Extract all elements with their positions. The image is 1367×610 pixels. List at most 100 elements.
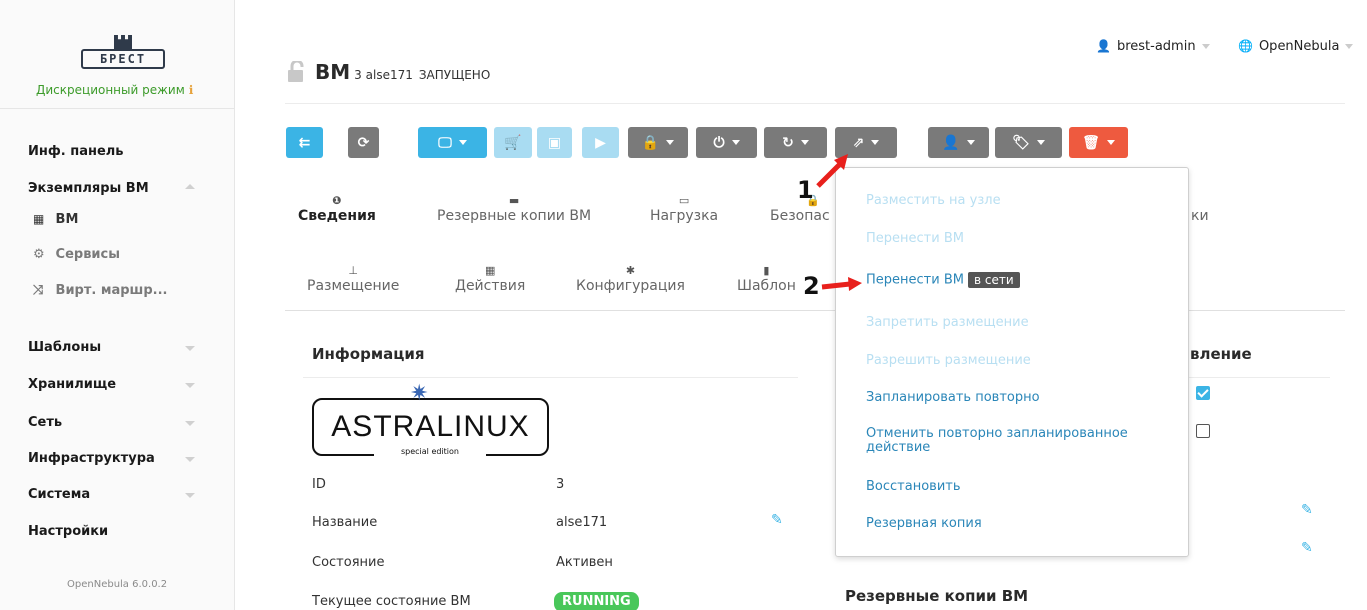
power-icon: ⏻ — [713, 134, 725, 151]
logo-subtext: special edition — [374, 447, 486, 456]
refresh-button[interactable]: ⟳ — [348, 127, 379, 158]
monitor-icon: 🖵 — [438, 134, 452, 151]
header-divider — [285, 103, 1345, 104]
edit-icon[interactable]: ✎ — [771, 512, 783, 528]
sidebar-item-templates[interactable]: Шаблоны — [28, 340, 101, 355]
menu-item-recover[interactable]: Восстановить — [866, 479, 961, 494]
cart-button[interactable]: 🛒 — [494, 127, 532, 158]
chevron-down-icon — [1201, 44, 1210, 49]
lock-button[interactable]: 🔒 — [628, 127, 688, 158]
sidebar: БРЕСТ Дискреционный режим ℹ Инф. панель Э… — [0, 0, 235, 610]
sidebar-item-storage[interactable]: Хранилище — [28, 377, 116, 392]
info-icon: ❶ — [332, 194, 342, 207]
zone-menu[interactable]: 🌐 OpenNebula — [1238, 39, 1354, 54]
user-group-button[interactable]: 👤 — [928, 127, 989, 158]
chevron-down-icon — [1345, 44, 1354, 49]
tab-vm-backups[interactable]: ▬ Резервные копии ВМ — [437, 194, 591, 224]
delete-button[interactable]: 🗑 — [1069, 127, 1128, 158]
menu-item-backup[interactable]: Резервная копия — [866, 516, 982, 531]
tag-icon: 🏷 — [1012, 134, 1030, 151]
sidebar-item-settings[interactable]: Настройки — [28, 524, 108, 539]
tab-label: Безопас — [770, 208, 830, 224]
chevron-down-icon — [185, 493, 195, 498]
sidebar-item-network[interactable]: Сеть — [28, 415, 62, 430]
permission-checkbox-checked[interactable] — [1196, 386, 1210, 400]
sidebar-item-system[interactable]: Система — [28, 487, 90, 502]
zone-name: OpenNebula — [1258, 39, 1340, 54]
tab-configuration[interactable]: ✱ Конфигурация — [576, 264, 685, 294]
menu-item-migrate-live[interactable]: Перенести ВМ в сети — [866, 272, 1020, 288]
menu-item-deploy[interactable]: Разместить на узле — [866, 193, 1001, 208]
migrate-dropdown-menu: Разместить на узле Перенести ВМ Перенест… — [835, 167, 1189, 557]
info-icon[interactable]: ℹ — [189, 83, 194, 97]
file-icon: ▮ — [763, 264, 770, 277]
annotation-arrow-1 — [816, 154, 848, 188]
tab-label: Размещение — [307, 278, 400, 294]
play-icon: ▶ — [595, 134, 606, 151]
tab-actions[interactable]: ▦ Действия — [455, 264, 525, 294]
state-label: Состояние — [312, 555, 385, 570]
menu-item-disable-placement[interactable]: Запретить размещение — [866, 315, 1029, 330]
permissions-divider — [1188, 377, 1330, 378]
tab-label: ки — [1191, 208, 1209, 224]
sidebar-item-dashboard[interactable]: Инф. панель — [28, 144, 124, 159]
name-label: Название — [312, 515, 378, 530]
lock-icon: 🔒 — [641, 134, 660, 151]
mode-label[interactable]: Дискреционный режим ℹ — [36, 83, 193, 97]
chevron-down-icon — [185, 421, 195, 426]
grid-icon: ▦ — [33, 212, 44, 226]
user-menu[interactable]: 👤 brest-admin — [1096, 39, 1210, 54]
save-button[interactable]: ▣ — [537, 127, 572, 158]
play-button[interactable]: ▶ — [582, 127, 619, 158]
trash-icon: 🗑 — [1082, 134, 1100, 151]
chevron-down-icon — [185, 383, 195, 388]
chevron-up-icon — [185, 184, 195, 189]
info-section-title: Информация — [312, 345, 425, 363]
star-icon: ✷ — [410, 381, 429, 406]
lcm-state-label: Текущее состояние ВМ — [312, 594, 471, 609]
tab-placement[interactable]: ⊥ Размещение — [307, 264, 399, 294]
sitemap-icon: ⊥ — [348, 264, 358, 277]
tab-label: Нагрузка — [650, 208, 719, 224]
user-icon: 👤 — [1096, 39, 1111, 53]
shuffle-icon: ⤨ — [33, 283, 44, 298]
tab-label: Резервные копии ВМ — [437, 208, 592, 224]
globe-icon: 🌐 — [1238, 39, 1253, 53]
power-button[interactable]: ⏻ — [696, 127, 757, 158]
menu-item-migrate[interactable]: Перенести ВМ — [866, 231, 964, 246]
menu-item-reschedule[interactable]: Запланировать повторно — [866, 390, 1040, 405]
tab-label: Сведения — [298, 208, 376, 224]
tab-load[interactable]: ▭ Нагрузка — [650, 194, 718, 224]
menu-item-unreschedule[interactable]: Отменить повторно запланированное действ… — [866, 427, 1128, 455]
chevron-down-icon — [185, 457, 195, 462]
tower-icon — [114, 35, 132, 49]
sidebar-item-virtual-routers[interactable]: ⤨ Вирт. маршр... — [33, 283, 168, 298]
menu-item-enable-placement[interactable]: Разрешить размещение — [866, 353, 1031, 368]
id-label: ID — [312, 477, 326, 492]
sidebar-item-vms[interactable]: ▦ ВМ — [33, 212, 78, 227]
cart-icon: 🛒 — [504, 134, 522, 151]
brest-logo[interactable]: БРЕСТ — [81, 35, 165, 73]
sidebar-item-vm-instances[interactable]: Экземпляры ВМ — [28, 181, 149, 196]
edit-icon[interactable]: ✎ — [1301, 540, 1313, 556]
tab-template[interactable]: ▮ Шаблон — [737, 264, 796, 294]
back-button[interactable]: ⇇ — [286, 127, 323, 158]
tab-label: Шаблон — [737, 278, 796, 294]
tab-snapshots[interactable]: ки — [1191, 208, 1209, 224]
back-icon: ⇇ — [298, 134, 311, 151]
console-button[interactable]: 🖵 — [418, 127, 487, 158]
vm-id: 3 — [354, 68, 362, 82]
status-badge: RUNNING — [554, 592, 639, 610]
sidebar-item-label: ВМ — [55, 212, 79, 227]
edit-icon[interactable]: ✎ — [1301, 502, 1313, 518]
unlock-icon — [288, 61, 304, 82]
permission-checkbox-unchecked[interactable] — [1196, 424, 1210, 438]
services-icon: ⚙ — [33, 247, 45, 262]
sidebar-item-infrastructure[interactable]: Инфраструктура — [28, 451, 155, 466]
label-button[interactable]: 🏷 — [995, 127, 1062, 158]
annotation-arrow-2 — [821, 277, 862, 291]
vm-id-name: 3 alse171 — [354, 68, 413, 82]
sidebar-item-services[interactable]: ⚙ Сервисы — [33, 247, 120, 262]
tab-info[interactable]: ❶ Сведения — [298, 194, 376, 224]
gear-icon: ✱ — [625, 264, 636, 277]
